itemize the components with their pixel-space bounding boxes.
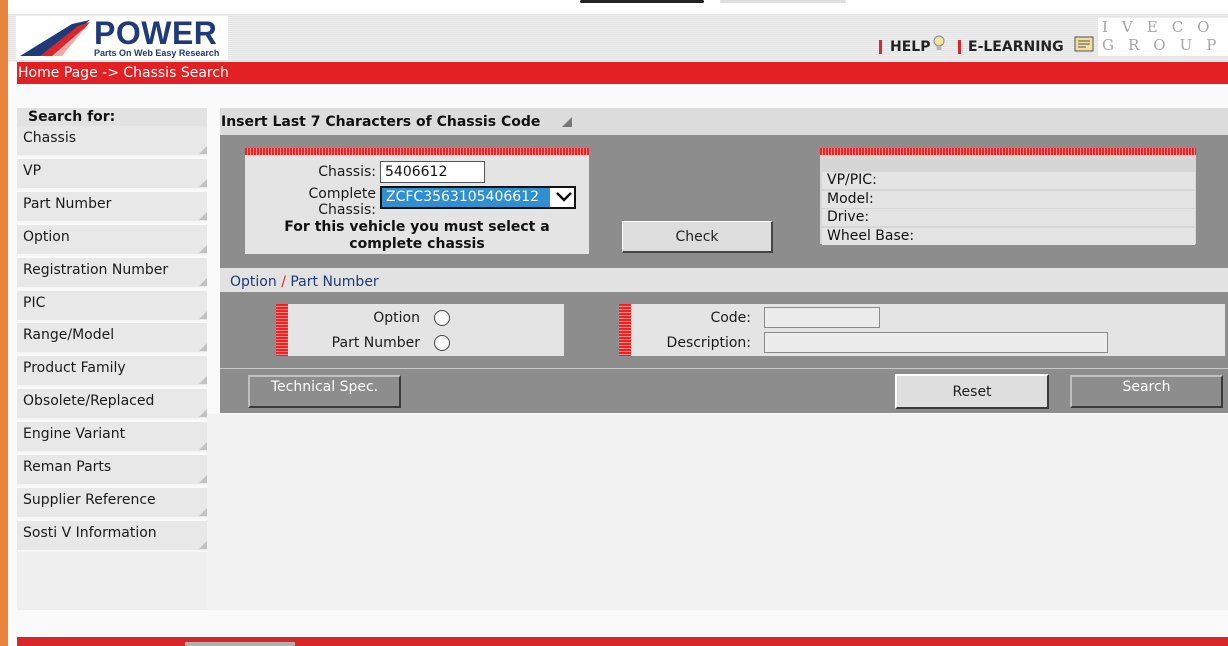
red-stripe: [245, 148, 589, 155]
browser-tab[interactable]: [580, 0, 704, 3]
sidebar-item-label: Obsolete/Replaced: [23, 393, 155, 410]
sidebar-item-label: Product Family: [23, 360, 126, 377]
sidebar-item[interactable]: Supplier Reference: [17, 487, 207, 519]
help-bulb-icon[interactable]: [932, 35, 946, 53]
help-link[interactable]: HELP: [890, 39, 930, 55]
elearning-link[interactable]: E-LEARNING: [968, 39, 1064, 55]
sidebar-item[interactable]: Reman Parts: [17, 455, 207, 486]
chevron-down-icon[interactable]: [553, 186, 575, 207]
description-input[interactable]: [764, 332, 1108, 353]
option-title-option: Option: [230, 274, 277, 290]
content-area: [207, 414, 1228, 610]
vehicle-info-row: Drive:: [822, 209, 1195, 226]
section-corner-icon: [562, 117, 572, 127]
window-frame-left: [0, 0, 8, 646]
sidebar-item[interactable]: Engine Variant: [17, 422, 207, 454]
footer-tab[interactable]: [185, 642, 295, 646]
vehicle-info-row: Wheel Base:: [822, 227, 1195, 245]
breadcrumb[interactable]: Home Page -> Chassis Search: [18, 65, 229, 81]
part-number-radio[interactable]: [434, 335, 450, 351]
check-button[interactable]: Check: [622, 221, 773, 253]
complete-chassis-warning: For this vehicle you must select a compl…: [284, 219, 550, 252]
sidebar-footer: [17, 552, 207, 610]
chassis-input[interactable]: [380, 161, 485, 183]
complete-chassis-value[interactable]: ZCFC3563105406612: [382, 188, 550, 207]
section-title: Insert Last 7 Characters of Chassis Code: [221, 114, 541, 130]
divider: [220, 368, 1228, 369]
sidebar-item-label: Option: [23, 228, 70, 245]
option-title-slash: /: [281, 274, 286, 290]
sidebar-item-label: Supplier Reference: [23, 491, 156, 508]
separator: [958, 40, 961, 54]
option-title-part: Part Number: [290, 274, 379, 290]
red-stripe: [619, 304, 631, 356]
radio-option-label: Option: [373, 310, 420, 326]
reset-button[interactable]: Reset: [895, 374, 1049, 409]
power-logo-mark-icon: [20, 20, 90, 56]
sidebar-item[interactable]: Product Family: [17, 356, 207, 388]
complete-chassis-label: Complete Chassis:: [308, 186, 376, 218]
code-label: Code:: [710, 310, 751, 326]
search-button[interactable]: Search: [1070, 375, 1223, 408]
sidebar-item[interactable]: Sosti V Information: [17, 520, 207, 552]
iveco-group-logo: IVECO GROUP: [1098, 18, 1228, 56]
sidebar-item[interactable]: Chassis: [17, 126, 207, 157]
separator: [879, 40, 882, 54]
logo-subtitle: Parts On Web Easy Research: [94, 48, 220, 58]
sidebar-item[interactable]: Obsolete/Replaced: [17, 389, 207, 421]
sidebar-item[interactable]: Option: [17, 224, 207, 256]
sidebar-item[interactable]: VP: [17, 158, 207, 190]
vehicle-info-label: Wheel Base:: [827, 227, 915, 244]
sidebar-item-label: Sosti V Information: [23, 524, 157, 541]
elearning-book-icon[interactable]: [1074, 35, 1094, 53]
sidebar-item-label: Chassis: [23, 130, 76, 146]
sidebar-item[interactable]: Part Number: [17, 191, 207, 223]
sidebar-item[interactable]: PIC: [17, 290, 207, 322]
vehicle-info-label: Drive:: [827, 209, 870, 225]
sidebar-item-label: Range/Model: [23, 327, 115, 344]
option-radio[interactable]: [434, 310, 450, 326]
browser-tab[interactable]: [720, 0, 846, 3]
code-input[interactable]: [764, 307, 880, 328]
sidebar-item-label: Part Number: [23, 195, 112, 212]
radio-part-number-label: Part Number: [331, 335, 420, 351]
sidebar-item-label: VP: [23, 162, 42, 179]
sidebar-item[interactable]: Registration Number: [17, 257, 207, 289]
sidebar-item-label: Registration Number: [23, 261, 169, 278]
description-label: Description:: [666, 335, 751, 351]
vehicle-info-row: VP/PIC:: [822, 172, 1195, 189]
vehicle-info-label: VP/PIC:: [827, 172, 877, 188]
sidebar-title: Search for:: [28, 109, 116, 125]
logo-title: POWER: [94, 15, 218, 51]
sidebar-item-label: Reman Parts: [23, 459, 112, 475]
red-stripe: [820, 148, 1196, 155]
vehicle-info-label: Model:: [827, 190, 874, 207]
chassis-label: Chassis:: [318, 164, 376, 180]
sidebar-item[interactable]: Range/Model: [17, 323, 207, 355]
red-stripe: [276, 304, 288, 356]
browser-top-strip: [8, 0, 1228, 14]
sidebar-item-label: Engine Variant: [23, 426, 126, 443]
vehicle-info-row: Model:: [822, 190, 1195, 208]
sidebar-item-label: PIC: [23, 294, 46, 311]
technical-spec-button[interactable]: Technical Spec.: [248, 375, 401, 408]
option-section-title: Option / Part Number: [230, 274, 379, 290]
